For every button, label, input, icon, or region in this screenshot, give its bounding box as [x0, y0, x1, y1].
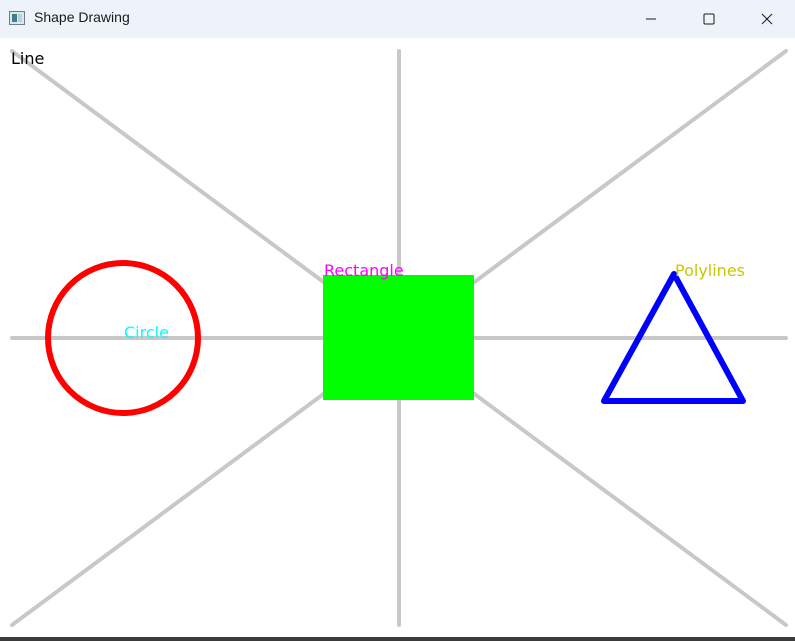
- circle-label: Circle: [124, 323, 169, 342]
- opencv-window-icon: [9, 11, 25, 25]
- window-title: Shape Drawing: [34, 9, 130, 25]
- taskbar-edge: [0, 637, 795, 641]
- drawing-surface: Line Rectangle Circle Polylines: [10, 49, 788, 627]
- maximize-icon: [703, 13, 715, 25]
- title-bar[interactable]: Shape Drawing: [0, 0, 795, 38]
- maximize-button[interactable]: [680, 0, 738, 38]
- rectangle-label: Rectangle: [324, 261, 404, 280]
- drawing-canvas[interactable]: Line Rectangle Circle Polylines: [0, 38, 795, 637]
- minimize-button[interactable]: [622, 0, 680, 38]
- close-button[interactable]: [738, 0, 795, 38]
- green-rectangle: [323, 275, 474, 400]
- minimize-icon: [646, 18, 656, 20]
- polylines-label: Polylines: [675, 261, 745, 280]
- line-label: Line: [11, 49, 44, 68]
- app-window: Shape Drawing Line Rectangle Circle Poly…: [0, 0, 795, 641]
- close-icon: [761, 13, 773, 25]
